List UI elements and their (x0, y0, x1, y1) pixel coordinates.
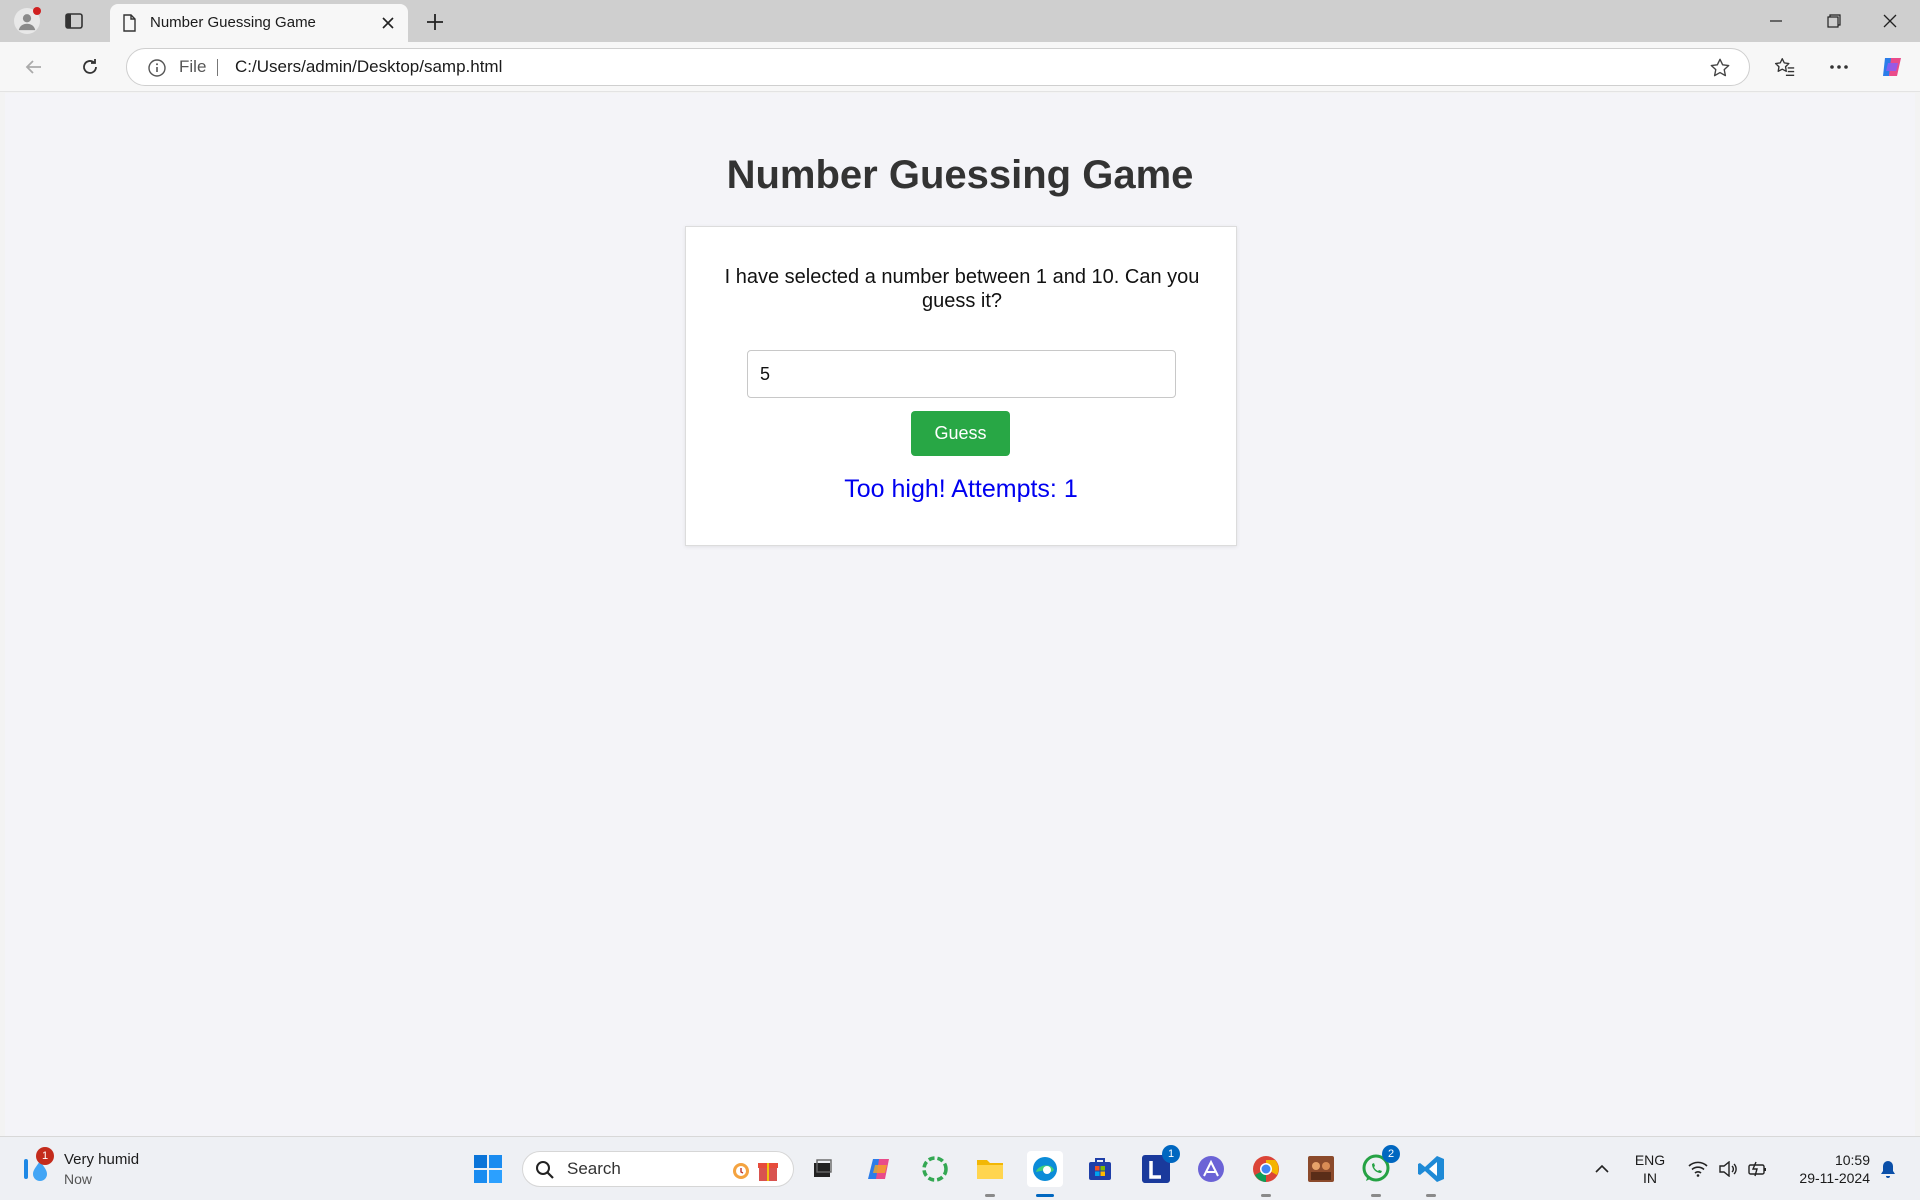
whatsapp-badge: 2 (1382, 1145, 1400, 1163)
l-app-badge: 1 (1162, 1145, 1180, 1163)
windows-taskbar: 1 Very humid Now Search 1 2 ENG IN 10:59… (0, 1136, 1920, 1200)
running-indicator (1036, 1194, 1054, 1197)
vscode-icon[interactable] (1413, 1151, 1449, 1197)
search-highlight-icon (733, 1163, 778, 1181)
volume-icon[interactable] (1714, 1137, 1742, 1200)
guess-input[interactable] (747, 350, 1176, 398)
vector-app-icon[interactable] (1193, 1151, 1229, 1187)
page-viewport: Number Guessing Game I have selected a n… (5, 93, 1915, 1136)
site-info-icon[interactable] (147, 58, 167, 78)
wifi-icon[interactable] (1684, 1137, 1712, 1200)
profile-avatar-icon[interactable] (14, 7, 41, 34)
guess-button[interactable]: Guess (911, 411, 1010, 456)
game-prompt: I have selected a number between 1 and 1… (724, 266, 1200, 312)
weather-widget[interactable]: 1 Very humid Now (18, 1147, 168, 1191)
store-icon[interactable] (1082, 1151, 1118, 1187)
running-indicator (1261, 1194, 1271, 1197)
system-clock[interactable]: 10:59 29-11-2024 (1780, 1151, 1870, 1187)
running-indicator (1371, 1194, 1381, 1197)
tab-number-guessing-game[interactable]: Number Guessing Game (110, 4, 408, 42)
close-window-icon[interactable] (1862, 0, 1918, 42)
result-message: Too high! Attempts: 1 (844, 475, 1078, 503)
page-title: Number Guessing Game (726, 153, 1194, 197)
photo-app-icon[interactable] (1303, 1151, 1339, 1187)
lang-primary: ENG (1634, 1152, 1666, 1168)
copilot-icon[interactable] (1877, 52, 1907, 82)
whatsapp-icon[interactable]: 2 (1358, 1145, 1400, 1197)
l-app-icon[interactable]: 1 (1138, 1145, 1180, 1187)
file-explorer-icon[interactable] (972, 1151, 1008, 1197)
game-card: I have selected a number between 1 and 1… (685, 226, 1237, 546)
back-arrow-icon[interactable] (18, 51, 50, 83)
more-options-icon[interactable] (1824, 52, 1854, 82)
browser-toolbar: File C:/Users/admin/Desktop/samp.html (0, 42, 1920, 92)
running-indicator (985, 1194, 995, 1197)
show-hidden-icons-chevron-icon[interactable] (1588, 1137, 1616, 1200)
copilot-app-icon[interactable] (862, 1151, 898, 1187)
weather-badge: 1 (36, 1147, 54, 1165)
address-url[interactable]: C:/Users/admin/Desktop/samp.html (235, 49, 502, 85)
running-indicator (1426, 1194, 1436, 1197)
task-view-icon[interactable] (804, 1151, 840, 1187)
battery-charging-icon[interactable] (1744, 1137, 1772, 1200)
search-icon (536, 1161, 554, 1179)
ring-app-icon[interactable] (917, 1151, 953, 1187)
tab-actions-icon[interactable] (62, 10, 86, 32)
weather-subtitle: Now (64, 1171, 93, 1187)
favorites-icon[interactable] (1770, 52, 1800, 82)
address-separator (217, 59, 218, 76)
address-bar[interactable]: File C:/Users/admin/Desktop/samp.html (126, 48, 1750, 86)
clock-time: 10:59 (1834, 1152, 1870, 1168)
restore-icon[interactable] (1806, 0, 1862, 42)
profile-notification-dot (33, 7, 41, 15)
edge-browser-icon[interactable] (1027, 1151, 1063, 1197)
chrome-icon[interactable] (1248, 1151, 1284, 1197)
minimize-icon[interactable] (1748, 0, 1804, 42)
browser-tab-bar: Number Guessing Game (0, 0, 1920, 42)
weather-title: Very humid (64, 1151, 140, 1168)
tab-close-icon[interactable] (378, 13, 398, 33)
address-scheme: File (179, 57, 207, 76)
search-placeholder: Search (567, 1159, 621, 1178)
lang-region: IN (1643, 1170, 1657, 1186)
notification-bell-icon[interactable] (1874, 1137, 1902, 1200)
page-file-icon (123, 14, 136, 32)
start-windows-icon[interactable] (470, 1151, 506, 1187)
new-tab-plus-icon[interactable] (422, 9, 448, 35)
clock-date: 29-11-2024 (1799, 1170, 1870, 1186)
taskbar-search[interactable]: Search (522, 1151, 794, 1187)
refresh-icon[interactable] (74, 51, 106, 83)
tab-title: Number Guessing Game (150, 14, 316, 31)
favorite-star-icon[interactable] (1709, 57, 1731, 79)
input-language-indicator[interactable]: ENG IN (1628, 1151, 1672, 1187)
